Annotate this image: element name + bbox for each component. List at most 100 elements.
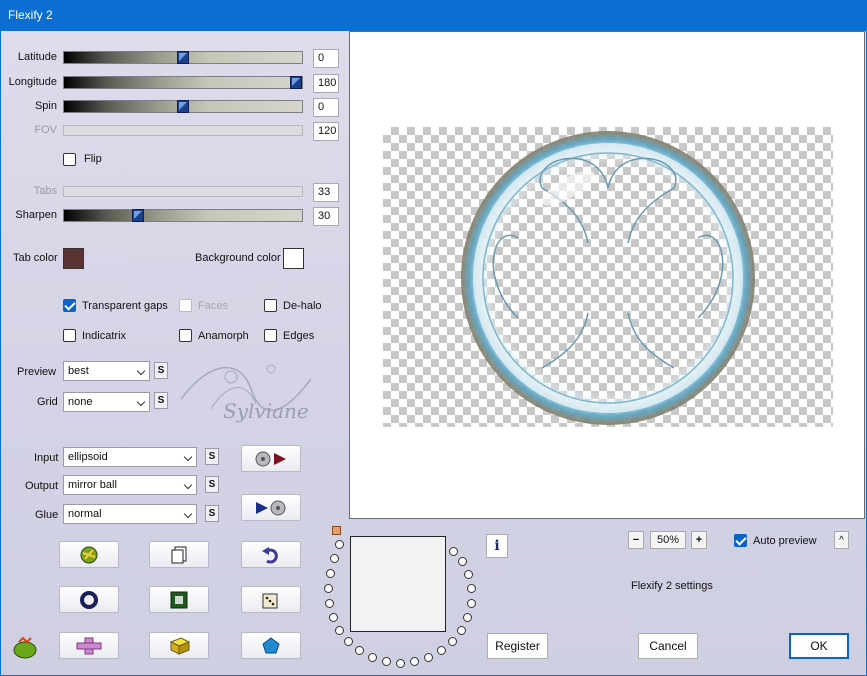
undo-button[interactable] <box>241 541 301 568</box>
de-halo-checkbox[interactable] <box>264 299 277 312</box>
glue-select[interactable]: normal <box>63 504 197 524</box>
edges-checkbox[interactable] <box>264 329 277 342</box>
dial-dot[interactable] <box>464 570 473 579</box>
cube-shape-button[interactable] <box>149 632 209 659</box>
latitude-value[interactable]: 0 <box>313 49 339 68</box>
info-icon[interactable]: i <box>486 534 508 558</box>
latitude-slider-thumb[interactable] <box>177 51 189 64</box>
title-bar: Flexify 2 <box>0 0 867 31</box>
copy-button[interactable] <box>149 541 209 568</box>
anamorph-label: Anamorph <box>198 330 249 342</box>
sharpen-value[interactable]: 30 <box>313 207 339 226</box>
longitude-value[interactable]: 180 <box>313 74 339 93</box>
zoom-in-button[interactable]: + <box>691 531 707 549</box>
preview-canvas[interactable] <box>349 31 865 519</box>
dial-dot[interactable] <box>424 653 433 662</box>
output-select[interactable]: mirror ball <box>63 475 197 495</box>
dial-dot[interactable] <box>368 653 377 662</box>
dial-dot[interactable] <box>382 657 391 666</box>
pentagon-shape-button[interactable] <box>241 632 301 659</box>
cube-shape-icon <box>169 636 191 655</box>
input-select[interactable]: ellipsoid <box>63 447 197 467</box>
ring-shape-button[interactable] <box>59 586 119 613</box>
chevron-down-icon <box>136 366 146 376</box>
dial-dot[interactable] <box>329 613 338 622</box>
flip-label: Flip <box>84 153 102 165</box>
grid-select-value: none <box>68 396 93 408</box>
indicatrix-checkbox[interactable] <box>63 329 76 342</box>
dial-dot[interactable] <box>457 626 466 635</box>
dial-dot[interactable] <box>325 599 334 608</box>
dial-dot[interactable] <box>335 540 344 549</box>
ring-icon <box>80 590 98 609</box>
dial-dot[interactable] <box>355 646 364 655</box>
spin-value[interactable]: 0 <box>313 98 339 117</box>
dial-dot[interactable] <box>344 637 353 646</box>
frame-shape-button[interactable] <box>149 586 209 613</box>
register-button[interactable]: Register <box>487 633 548 659</box>
pentagon-shape-icon <box>262 636 280 653</box>
preset-thumbnail <box>350 536 446 632</box>
background-color-swatch[interactable] <box>283 248 304 269</box>
dial-dot[interactable] <box>467 599 476 608</box>
auto-preview-checkbox[interactable] <box>734 534 747 547</box>
dial-dot[interactable] <box>458 557 467 566</box>
sharpen-slider-thumb[interactable] <box>132 209 144 222</box>
dial-dot[interactable] <box>467 584 476 593</box>
ok-button[interactable]: OK <box>789 633 849 659</box>
latitude-label: Latitude <box>17 51 57 63</box>
chevron-down-icon <box>183 480 193 490</box>
spin-slider-thumb[interactable] <box>177 100 189 113</box>
cancel-button[interactable]: Cancel <box>638 633 698 659</box>
collapse-button[interactable]: ^ <box>834 531 849 549</box>
export-preset-button[interactable] <box>241 494 301 521</box>
dial-dot[interactable] <box>396 659 405 668</box>
import-preset-button[interactable] <box>241 445 301 472</box>
frame-icon <box>170 591 188 608</box>
cross-shape-button[interactable] <box>59 632 119 659</box>
dialog-body: Latitude 0 Longitude 180 Spin 0 FOV 120 … <box>0 31 867 676</box>
disc-arrow-right-icon <box>256 500 286 515</box>
randomize-button[interactable] <box>59 541 119 568</box>
sharpen-slider[interactable] <box>63 209 303 222</box>
zoom-value: 50% <box>650 531 686 549</box>
anamorph-checkbox[interactable] <box>179 329 192 342</box>
flip-checkbox[interactable] <box>63 153 76 166</box>
dial-dot[interactable] <box>463 613 472 622</box>
preview-select[interactable]: best <box>63 361 150 381</box>
dial-dot[interactable] <box>410 657 419 666</box>
zoom-out-button[interactable]: − <box>628 531 644 549</box>
dial-dot[interactable] <box>326 569 335 578</box>
longitude-label: Longitude <box>8 76 57 88</box>
grid-select[interactable]: none <box>63 392 150 412</box>
auto-preview-label: Auto preview <box>753 535 817 547</box>
dial-handle[interactable] <box>332 526 341 535</box>
glue-save-button[interactable]: S <box>205 505 219 522</box>
transparent-gaps-checkbox[interactable] <box>63 299 76 312</box>
preview-save-button[interactable]: S <box>154 362 168 379</box>
dice-button[interactable] <box>241 586 301 613</box>
output-select-value: mirror ball <box>68 479 117 491</box>
preview-select-value: best <box>68 365 89 377</box>
dial-dot[interactable] <box>324 584 333 593</box>
dial-dot[interactable] <box>335 626 344 635</box>
tabs-label: Tabs <box>33 185 57 197</box>
tab-color-label: Tab color <box>13 252 58 264</box>
input-label: Input <box>34 452 59 464</box>
transparent-gaps-label: Transparent gaps <box>82 300 168 312</box>
dial-dot[interactable] <box>330 554 339 563</box>
dice-icon <box>262 593 278 608</box>
output-save-button[interactable]: S <box>205 476 219 493</box>
glue-label: Glue <box>35 509 59 521</box>
grid-save-button[interactable]: S <box>154 392 168 409</box>
longitude-slider-thumb[interactable] <box>290 76 302 89</box>
dial-dot[interactable] <box>449 547 458 556</box>
longitude-slider[interactable] <box>63 76 303 89</box>
tab-color-swatch[interactable] <box>63 248 84 269</box>
spin-slider[interactable] <box>63 100 303 113</box>
dial-dot[interactable] <box>437 646 446 655</box>
glue-select-value: normal <box>68 508 102 520</box>
latitude-slider[interactable] <box>63 51 303 64</box>
input-save-button[interactable]: S <box>205 448 219 465</box>
dial-dot[interactable] <box>448 637 457 646</box>
